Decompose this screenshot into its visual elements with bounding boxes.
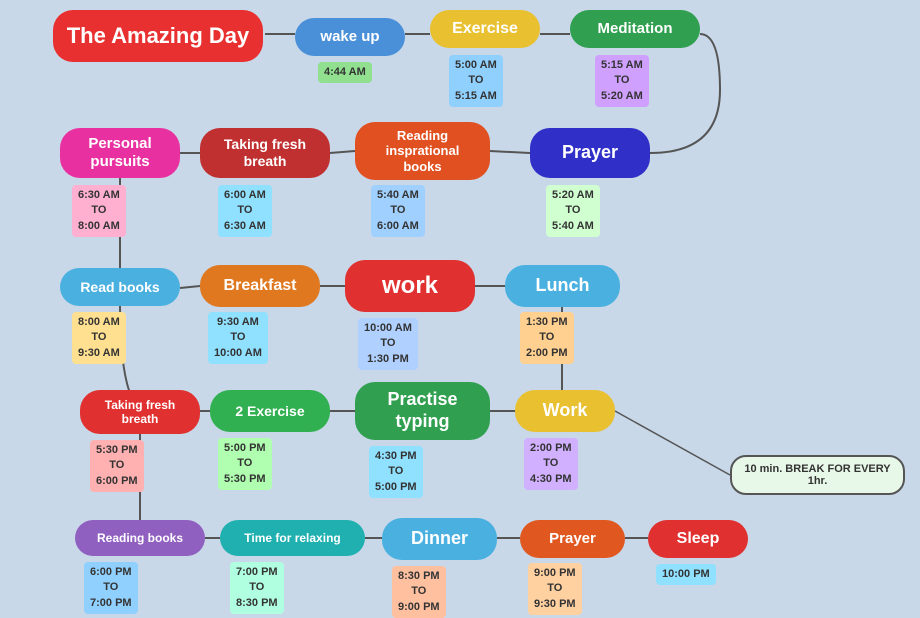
node-dinner: Dinner <box>382 518 497 560</box>
break-label: 10 min. BREAK FOR EVERY 1hr. <box>742 463 893 487</box>
timebox-t-relaxing: 7:00 PM TO 8:30 PM <box>230 562 284 614</box>
timebox-t-exercise1: 5:00 AM TO 5:15 AM <box>449 55 503 107</box>
timebox-t-personal: 6:30 AM TO 8:00 AM <box>72 185 126 237</box>
node-freshbreath2: Taking fresh breath <box>80 390 200 434</box>
timebox-t-meditation: 5:15 AM TO 5:20 AM <box>595 55 649 107</box>
timebox-t-breakfast: 9:30 AM TO 10:00 AM <box>208 312 268 364</box>
node-prayer1: Prayer <box>530 128 650 178</box>
node-wakeup: wake up <box>295 18 405 56</box>
node-sleep: Sleep <box>648 520 748 558</box>
timebox-t-prayer1: 5:20 AM TO 5:40 AM <box>546 185 600 237</box>
node-exercise2: 2 Exercise <box>210 390 330 432</box>
node-readbooks: Read books <box>60 268 180 306</box>
node-work1: work <box>345 260 475 312</box>
timebox-t-lunch: 1:30 PM TO 2:00 PM <box>520 312 574 364</box>
node-title: The Amazing Day <box>53 10 263 62</box>
timebox-t-reading1: 5:40 AM TO 6:00 AM <box>371 185 425 237</box>
node-work2: Work <box>515 390 615 432</box>
node-meditation: Meditation <box>570 10 700 48</box>
node-exercise1: Exercise <box>430 10 540 48</box>
break-box: 10 min. BREAK FOR EVERY 1hr. <box>730 455 905 495</box>
node-relaxing: Time for relaxing <box>220 520 365 556</box>
node-freshbreath1: Taking fresh breath <box>200 128 330 178</box>
node-prayer2: Prayer <box>520 520 625 558</box>
timebox-t-wakeup: 4:44 AM <box>318 62 372 83</box>
timebox-t-exercise2: 5:00 PM TO 5:30 PM <box>218 438 272 490</box>
timebox-t-work2: 2:00 PM TO 4:30 PM <box>524 438 578 490</box>
timebox-t-freshbreath1: 6:00 AM TO 6:30 AM <box>218 185 272 237</box>
timebox-t-dinner: 8:30 PM TO 9:00 PM <box>392 566 446 618</box>
timebox-t-readbooks: 8:00 AM TO 9:30 AM <box>72 312 126 364</box>
node-readingbooks2: Reading books <box>75 520 205 556</box>
timebox-t-practise: 4:30 PM TO 5:00 PM <box>369 446 423 498</box>
timebox-t-readingbooks2: 6:00 PM TO 7:00 PM <box>84 562 138 614</box>
timebox-t-sleep: 10:00 PM <box>656 564 716 585</box>
node-reading1: Reading insprational books <box>355 122 490 180</box>
node-lunch: Lunch <box>505 265 620 307</box>
timebox-t-freshbreath2: 5:30 PM TO 6:00 PM <box>90 440 144 492</box>
timebox-t-prayer2: 9:00 PM TO 9:30 PM <box>528 563 582 615</box>
timebox-t-work1: 10:00 AM TO 1:30 PM <box>358 318 418 370</box>
node-breakfast: Breakfast <box>200 265 320 307</box>
node-personal: Personal pursuits <box>60 128 180 178</box>
node-practise: Practise typing <box>355 382 490 440</box>
